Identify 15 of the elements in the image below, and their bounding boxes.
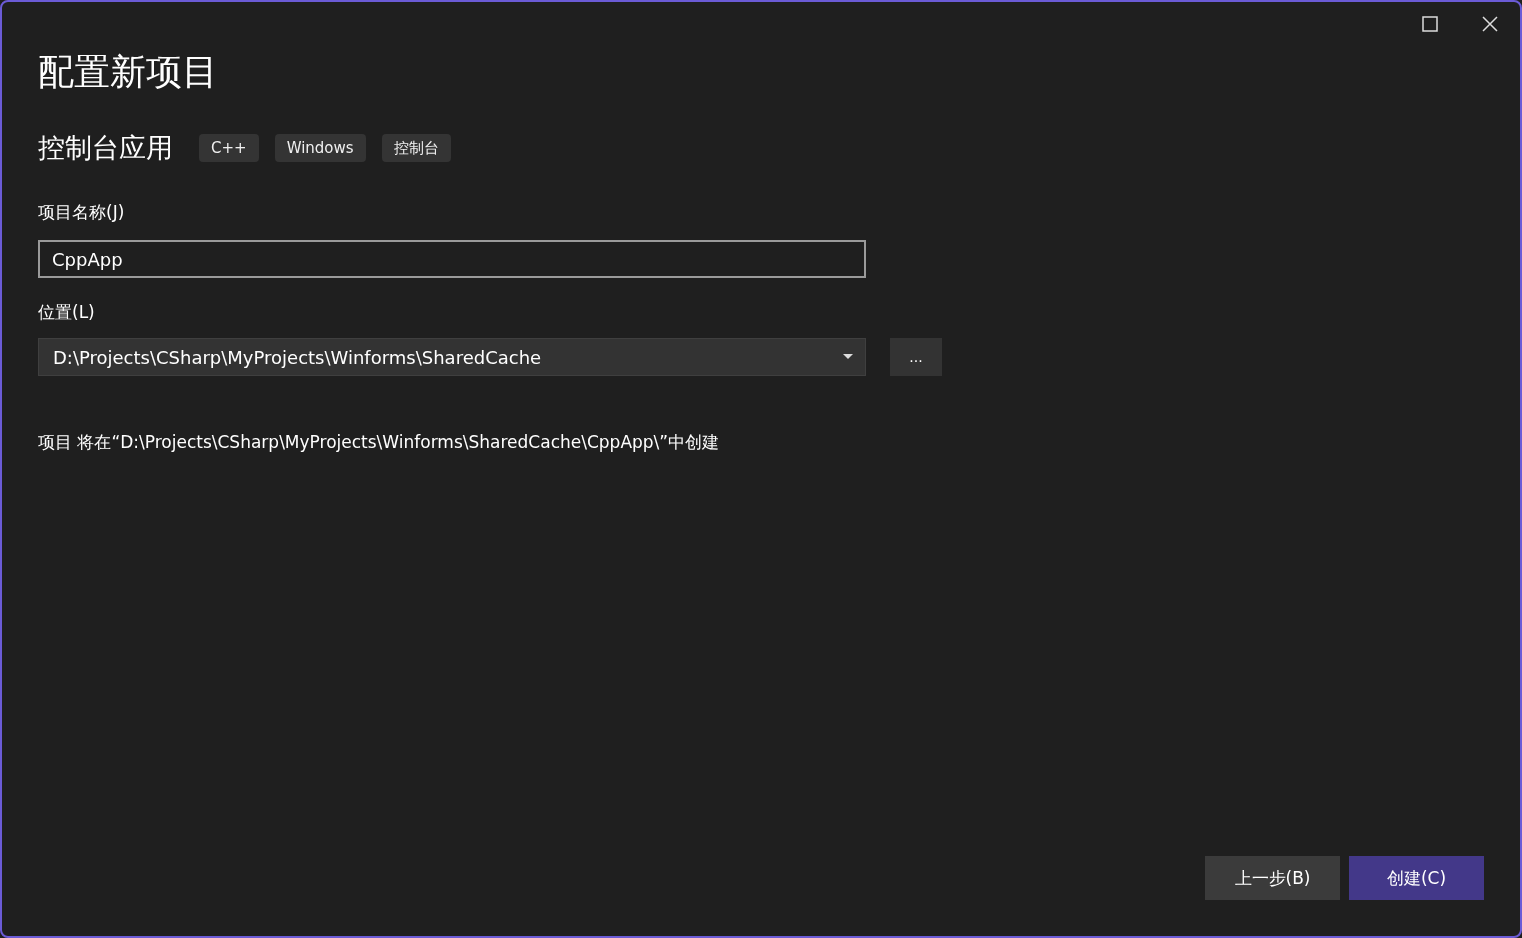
- maximize-icon[interactable]: [1422, 16, 1438, 35]
- project-name-field[interactable]: CppApp: [38, 240, 866, 278]
- info-text: 项目 将在“D:\Projects\CSharp\MyProjects\Winforms\SharedCache\CppApp\”中创建: [38, 431, 721, 454]
- location-dropdown[interactable]: D:\Projects\CSharp\MyProjects\Winforms\SharedCache: [38, 338, 866, 376]
- window-title: 配置新项目: [38, 50, 219, 94]
- browse-button[interactable]: ...: [890, 338, 942, 376]
- template-name: 控制台应用: [38, 131, 173, 165]
- field-label: 位置(L): [38, 301, 96, 324]
- tag-badge: 控制台: [381, 134, 451, 162]
- back-button[interactable]: 上一步(B): [1205, 856, 1340, 900]
- tag-badge: C++: [199, 134, 259, 162]
- field-label: 项目名称(J): [38, 201, 126, 224]
- tag-badge: Windows: [274, 134, 366, 162]
- create-button[interactable]: 创建(C): [1349, 856, 1484, 900]
- caret-icon: [843, 354, 853, 360]
